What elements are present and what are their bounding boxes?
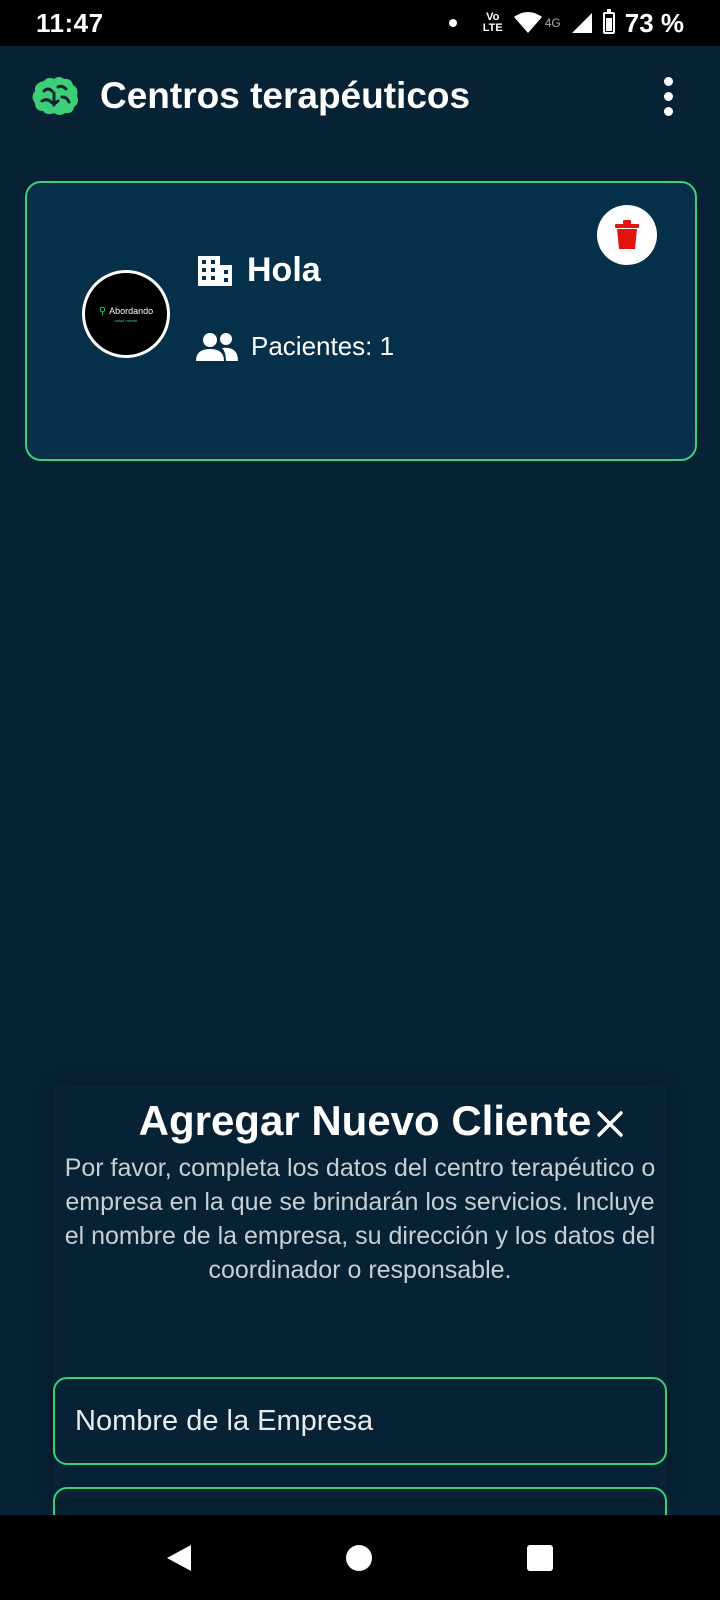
volte-bottom-label: LTE bbox=[482, 22, 503, 34]
logo-subtext: salud mental bbox=[114, 317, 138, 323]
sheet-description: Por favor, completa los datos del centro… bbox=[64, 1154, 656, 1284]
signal-icon bbox=[571, 13, 592, 33]
logo-name: Abordando bbox=[109, 306, 154, 316]
app-bar: Centros terapéuticos bbox=[0, 46, 720, 146]
delete-button[interactable] bbox=[597, 205, 657, 265]
users-icon bbox=[196, 332, 238, 361]
recents-icon[interactable] bbox=[526, 1544, 553, 1571]
sheet-title: Agregar Nuevo Cliente bbox=[138, 1097, 592, 1144]
system-nav-bar bbox=[0, 1515, 720, 1600]
network-type-label: 4G bbox=[544, 16, 561, 30]
back-icon[interactable] bbox=[167, 1544, 192, 1571]
brain-icon bbox=[32, 77, 78, 115]
notification-dot-icon bbox=[448, 19, 457, 27]
status-icons: Vo LTE 4G 73 % bbox=[448, 7, 684, 39]
status-time: 11:47 bbox=[36, 7, 104, 38]
logo-text: ⚲ Abordando bbox=[99, 306, 153, 317]
status-bar: 11:47 Vo LTE 4G 73 % bbox=[0, 0, 720, 46]
client-card[interactable]: ⚲ Abordando salud mental Hola Pacientes:… bbox=[25, 181, 697, 461]
page-title: Centros terapéuticos bbox=[100, 75, 471, 116]
company-name-input[interactable] bbox=[53, 1377, 667, 1465]
client-logo: ⚲ Abordando salud mental bbox=[82, 270, 170, 358]
trash-icon bbox=[615, 220, 639, 249]
more-options-button[interactable] bbox=[646, 66, 690, 126]
battery-percent: 73 % bbox=[624, 7, 684, 38]
wifi-icon bbox=[513, 12, 542, 33]
building-icon bbox=[198, 255, 232, 286]
battery-icon bbox=[602, 9, 615, 34]
patients-count: Pacientes: 1 bbox=[251, 331, 395, 361]
volte-icon: Vo LTE bbox=[483, 12, 503, 34]
leaf-icon: ⚲ bbox=[98, 305, 107, 317]
patients-row: Pacientes: 1 bbox=[195, 331, 394, 362]
card-title-row: Hola bbox=[197, 251, 321, 290]
add-client-sheet: Agregar Nuevo Cliente Por favor, complet… bbox=[53, 1085, 667, 1575]
client-name: Hola bbox=[247, 251, 321, 289]
close-icon[interactable] bbox=[593, 1107, 627, 1141]
more-vert-icon bbox=[663, 76, 673, 86]
home-icon[interactable] bbox=[345, 1544, 372, 1571]
